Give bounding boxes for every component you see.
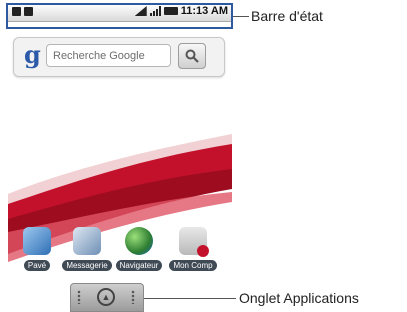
globe-icon [125,227,153,255]
app-pave[interactable]: Pavé [12,227,62,273]
google-logo: g [24,40,41,69]
contact-icon [179,227,209,257]
app-label: Messagerie [62,260,112,271]
callout-status-bar: Barre d'état [251,8,323,24]
applications-tab[interactable]: ▲ [70,283,144,312]
app-messagerie[interactable]: Messagerie [62,227,112,273]
callout-applications-tab: Onglet Applications [239,290,359,306]
mail-icon [73,227,101,255]
search-icon [185,49,199,63]
search-input[interactable]: Recherche Google [46,44,171,67]
google-search-widget[interactable]: g Recherche Google [13,37,225,77]
app-label: Mon Comp [169,260,217,271]
phone-screen: 11:13 AM g Recherche Google Pavé Message… [8,4,232,310]
phone-icon [23,227,51,255]
launcher-icon: ▲ [97,288,115,306]
callout-line-tab [144,298,236,299]
callout-line-status [233,16,249,17]
status-bar-highlight [6,3,233,29]
alert-icon [197,245,209,257]
app-mon-comp[interactable]: Mon Comp [168,227,218,273]
app-label: Pavé [23,260,51,271]
app-label: Navigateur [115,260,163,271]
search-button[interactable] [178,43,206,69]
home-dock: Pavé Messagerie Navigateur Mon Comp [8,227,232,282]
grip-dots-left [77,290,81,304]
grip-dots-right [131,290,135,304]
app-navigateur[interactable]: Navigateur [114,227,164,273]
